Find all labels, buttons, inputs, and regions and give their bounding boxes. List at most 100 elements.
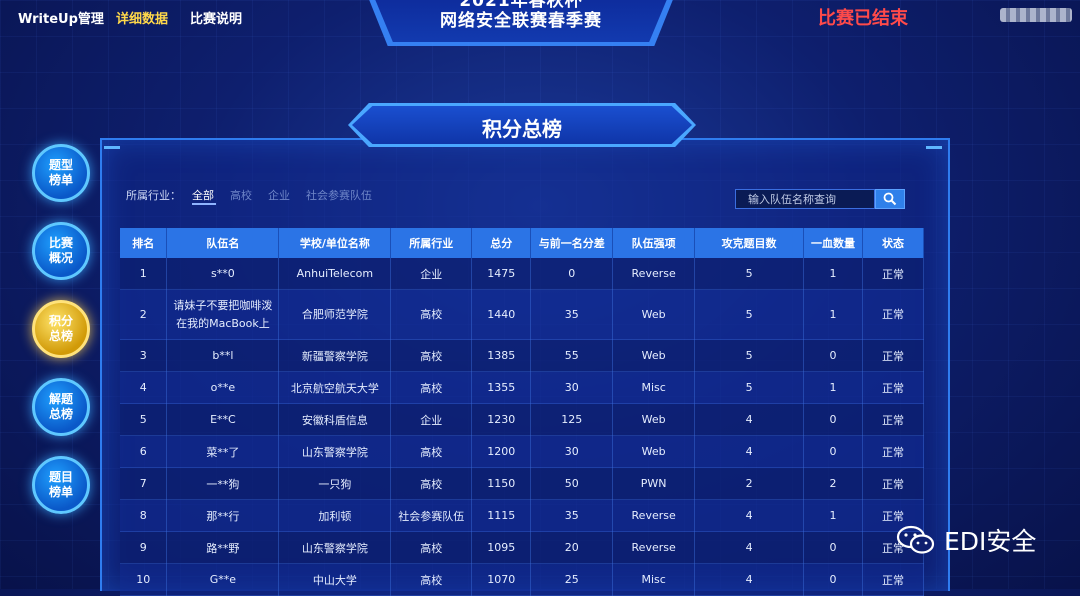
cell-bloods: 0 — [803, 403, 863, 436]
cell-org: 山东警察学院 — [278, 435, 392, 468]
side-menu-label: 积分总榜 — [48, 314, 73, 343]
nav-contest-rules[interactable]: 比赛说明 — [190, 8, 242, 27]
cell-industry: 高校 — [390, 563, 473, 596]
cell-bloods: 1 — [803, 258, 863, 290]
title-banner-line2: 网络安全联赛春季赛 — [440, 11, 602, 31]
nav-detailed-data[interactable]: 详细数据 — [116, 8, 168, 27]
panel-corner-decoration — [926, 146, 942, 159]
table-row[interactable]: 9 路**野 山东警察学院 高校 1095 20 Reverse 4 0 正常 — [120, 531, 925, 564]
cell-gap: 35 — [530, 289, 614, 340]
column-header-score[interactable]: 总分 — [471, 228, 532, 258]
filter-option-enterprise[interactable]: 企业 — [268, 187, 290, 203]
column-header-organization[interactable]: 学校/单位名称 — [278, 228, 392, 258]
side-menu-label: 比赛概况 — [48, 236, 73, 265]
cell-score: 1230 — [471, 403, 532, 436]
cell-status: 正常 — [862, 435, 925, 468]
filter-option-all[interactable]: 全部 — [192, 187, 214, 203]
table-row[interactable]: 4 o**e 北京航空航天大学 高校 1355 30 Misc 5 1 正常 — [120, 371, 925, 404]
cell-industry: 高校 — [390, 289, 473, 340]
cell-org: 新疆警察学院 — [278, 339, 392, 372]
table-row[interactable]: 1 s**0 AnhuiTelecom 企业 1475 0 Reverse 5 … — [120, 258, 925, 290]
cell-team: E**C — [166, 403, 280, 436]
cell-solved: 4 — [694, 435, 805, 468]
cell-strength: Reverse — [612, 258, 696, 290]
table-row[interactable]: 5 E**C 安徽科盾信息 企业 1230 125 Web 4 0 正常 — [120, 403, 925, 436]
column-header-status[interactable]: 状态 — [862, 228, 925, 258]
cell-score: 1115 — [471, 499, 532, 532]
cell-team: s**0 — [166, 258, 280, 290]
cell-solved: 5 — [694, 289, 805, 340]
score-ranking-table: 排名 队伍名 学校/单位名称 所属行业 总分 与前一名分差 队伍强项 攻克题目数… — [120, 228, 925, 596]
filter-label: 所属行业： — [126, 189, 181, 202]
table-row[interactable]: 7 一**狗 一只狗 高校 1150 50 PWN 2 2 正常 — [120, 467, 925, 500]
cell-gap: 30 — [530, 435, 614, 468]
table-row[interactable]: 3 b**l 新疆警察学院 高校 1385 55 Web 5 0 正常 — [120, 339, 925, 372]
team-search-input[interactable] — [735, 189, 875, 209]
cell-solved: 5 — [694, 371, 805, 404]
column-header-team[interactable]: 队伍名 — [166, 228, 280, 258]
cell-strength: Misc — [612, 563, 696, 596]
table-row[interactable]: 2 请妹子不要把咖啡泼 在我的MacBook上 合肥师范学院 高校 1440 35… — [120, 289, 925, 340]
side-menu-label: 解题总榜 — [48, 392, 73, 421]
cell-team: 请妹子不要把咖啡泼 在我的MacBook上 — [166, 289, 280, 340]
cell-strength: Reverse — [612, 499, 696, 532]
cell-solved: 5 — [694, 339, 805, 372]
cell-bloods: 0 — [803, 435, 863, 468]
cell-team: G**e — [166, 563, 280, 596]
column-header-rank[interactable]: 排名 — [120, 228, 168, 258]
cell-status: 正常 — [862, 339, 925, 372]
column-header-first-bloods[interactable]: 一血数量 — [803, 228, 863, 258]
cell-rank: 3 — [120, 339, 168, 372]
cell-strength: Web — [612, 403, 696, 436]
table-row[interactable]: 8 那**行 加利顿 社会参赛队伍 1115 35 Reverse 4 1 正常 — [120, 499, 925, 532]
column-header-strength[interactable]: 队伍强项 — [612, 228, 696, 258]
side-menu-solve-ranking[interactable]: 解题总榜 — [32, 378, 90, 436]
filter-active-underline — [192, 203, 216, 205]
cell-status: 正常 — [862, 371, 925, 404]
filter-option-university[interactable]: 高校 — [230, 187, 252, 203]
cell-score: 1440 — [471, 289, 532, 340]
side-menu-challenge-ranking[interactable]: 题目榜单 — [32, 456, 90, 514]
cell-status: 正常 — [862, 467, 925, 500]
cell-rank: 1 — [120, 258, 168, 290]
column-header-industry[interactable]: 所属行业 — [390, 228, 473, 258]
side-menu-label: 题目榜单 — [48, 470, 73, 499]
cell-bloods: 1 — [803, 499, 863, 532]
side-menu-overview[interactable]: 比赛概况 — [32, 222, 90, 280]
cell-strength: Misc — [612, 371, 696, 404]
cell-solved: 5 — [694, 258, 805, 290]
search-button[interactable] — [875, 189, 905, 209]
column-header-gap[interactable]: 与前一名分差 — [530, 228, 614, 258]
nav-writeup-manage[interactable]: WriteUp管理 — [18, 8, 104, 27]
cell-strength: Web — [612, 339, 696, 372]
cell-status: 正常 — [862, 258, 925, 290]
side-menu-score-ranking[interactable]: 积分总榜 — [32, 300, 90, 358]
cell-industry: 企业 — [390, 258, 473, 290]
cell-solved: 4 — [694, 499, 805, 532]
side-menu-category-ranking[interactable]: 题型榜单 — [32, 144, 90, 202]
table-row[interactable]: 10 G**e 中山大学 高校 1070 25 Misc 4 0 正常 — [120, 563, 925, 596]
cell-rank: 10 — [120, 563, 168, 596]
cell-org: 一只狗 — [278, 467, 392, 500]
table-row[interactable]: 6 菜**了 山东警察学院 高校 1200 30 Web 4 0 正常 — [120, 435, 925, 468]
cell-status: 正常 — [862, 403, 925, 436]
contest-status-label: 比赛已结束 — [818, 8, 908, 29]
cell-bloods: 0 — [803, 531, 863, 564]
column-header-solved[interactable]: 攻克题目数 — [694, 228, 805, 258]
watermark-text: EDI安全 — [944, 527, 1037, 556]
cell-strength: Web — [612, 289, 696, 340]
cell-bloods: 1 — [803, 371, 863, 404]
cell-org: 山东警察学院 — [278, 531, 392, 564]
cell-gap: 55 — [530, 339, 614, 372]
user-name-blurred[interactable] — [1000, 8, 1072, 22]
cell-bloods: 2 — [803, 467, 863, 500]
cell-industry: 高校 — [390, 371, 473, 404]
cell-rank: 6 — [120, 435, 168, 468]
side-menu-label: 题型榜单 — [48, 158, 73, 187]
cell-score: 1355 — [471, 371, 532, 404]
cell-org: AnhuiTelecom — [278, 258, 392, 290]
cell-org: 加利顿 — [278, 499, 392, 532]
cell-industry: 企业 — [390, 403, 473, 436]
filter-option-public-teams[interactable]: 社会参赛队伍 — [306, 187, 372, 203]
cell-industry: 社会参赛队伍 — [390, 499, 473, 532]
